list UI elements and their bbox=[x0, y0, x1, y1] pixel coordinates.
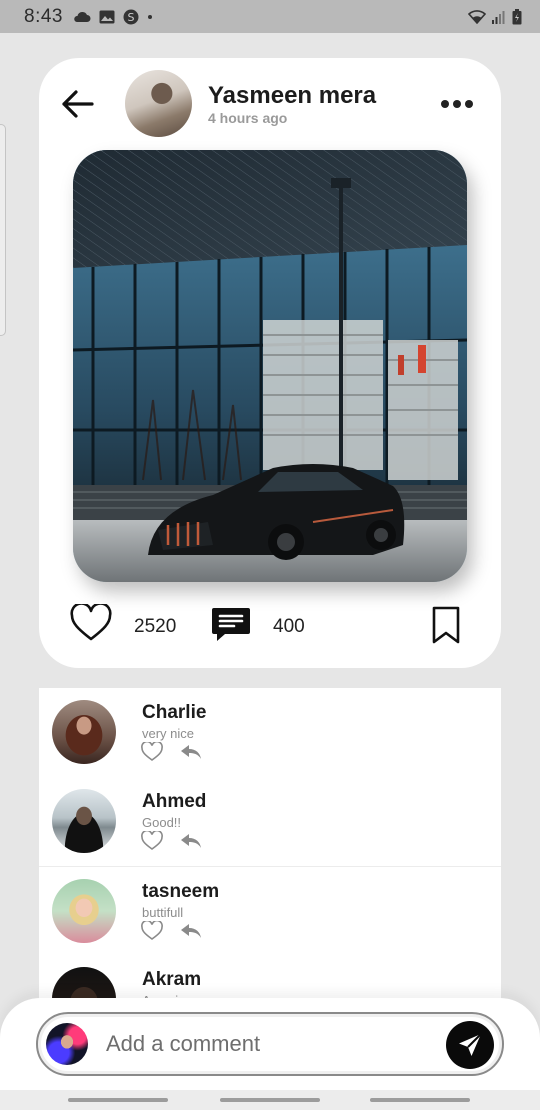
reply-icon bbox=[181, 745, 201, 759]
like-button[interactable] bbox=[70, 602, 112, 647]
author-name[interactable]: Yasmeen mera bbox=[208, 82, 376, 110]
reply-icon bbox=[181, 924, 201, 938]
comment-reply-button[interactable] bbox=[180, 744, 202, 765]
like-count: 2520 bbox=[134, 616, 177, 637]
comment-item: Charlie very nice bbox=[39, 688, 501, 777]
commenter-name[interactable]: Akram bbox=[142, 969, 201, 991]
commenter-name[interactable]: tasneem bbox=[142, 881, 219, 903]
nav-back-handle[interactable] bbox=[370, 1098, 470, 1102]
post-card: Yasmeen mera 4 hours ago 2520 400 bbox=[39, 58, 501, 668]
system-nav-bar bbox=[0, 1090, 540, 1110]
image-icon bbox=[99, 10, 115, 23]
comment-input-container bbox=[36, 1012, 504, 1076]
comment-like-button[interactable] bbox=[141, 740, 163, 767]
signal-icon bbox=[492, 10, 505, 24]
bookmark-icon bbox=[432, 606, 460, 644]
post-image[interactable] bbox=[73, 150, 467, 582]
more-dot-icon bbox=[441, 100, 449, 108]
comment-input[interactable] bbox=[106, 1028, 436, 1060]
comment-item: tasneem buttifull bbox=[39, 866, 501, 955]
more-dot-icon bbox=[465, 100, 473, 108]
battery-icon bbox=[512, 8, 522, 24]
svg-text:S: S bbox=[127, 11, 134, 24]
comment-count: 400 bbox=[273, 616, 305, 637]
more-dot-icon bbox=[453, 100, 461, 108]
comment-like-button[interactable] bbox=[141, 919, 163, 946]
heart-icon bbox=[70, 602, 112, 641]
arrow-left-icon bbox=[62, 90, 94, 118]
nav-recents-handle[interactable] bbox=[68, 1098, 168, 1102]
comment-button[interactable] bbox=[211, 606, 251, 647]
wifi-icon bbox=[468, 9, 486, 24]
heart-icon bbox=[141, 919, 163, 940]
send-icon bbox=[459, 1033, 482, 1056]
reply-icon bbox=[181, 834, 201, 848]
dot-icon bbox=[147, 14, 152, 19]
back-button[interactable] bbox=[57, 84, 97, 124]
commenter-avatar[interactable] bbox=[52, 700, 116, 764]
car-building-photo bbox=[73, 150, 467, 582]
bookmark-button[interactable] bbox=[431, 606, 461, 649]
comment-item: Ahmed Good!! bbox=[39, 777, 501, 866]
comment-reply-button[interactable] bbox=[180, 833, 202, 854]
heart-icon bbox=[141, 829, 163, 850]
commenter-avatar[interactable] bbox=[52, 879, 116, 943]
nav-home-handle[interactable] bbox=[220, 1098, 320, 1102]
commenter-name[interactable]: Ahmed bbox=[142, 791, 206, 813]
status-notification-icons: S bbox=[73, 9, 153, 25]
current-user-avatar bbox=[46, 1023, 88, 1065]
comment-like-button[interactable] bbox=[141, 829, 163, 856]
post-actions: 2520 400 bbox=[39, 602, 501, 649]
status-bar: 8:43 S bbox=[0, 0, 540, 33]
comment-text: Good!! bbox=[142, 815, 182, 830]
commenter-name[interactable]: Charlie bbox=[142, 702, 206, 724]
post-time: 4 hours ago bbox=[208, 110, 288, 126]
comments-list[interactable]: Charlie very nice Ahmed Good!! tasneem b… bbox=[39, 688, 501, 1018]
comment-text: buttifull bbox=[142, 905, 184, 920]
app-s-icon: S bbox=[123, 9, 139, 24]
comment-reply-button[interactable] bbox=[180, 923, 202, 944]
comment-icon bbox=[212, 608, 250, 641]
heart-icon bbox=[141, 740, 163, 761]
send-button[interactable] bbox=[446, 1021, 494, 1069]
more-options-button[interactable] bbox=[437, 92, 477, 116]
author-avatar[interactable] bbox=[125, 70, 192, 137]
edge-panel-handle[interactable] bbox=[0, 124, 6, 336]
status-time: 8:43 bbox=[24, 5, 63, 27]
cloud-icon bbox=[74, 11, 91, 22]
commenter-avatar[interactable] bbox=[52, 789, 116, 853]
comment-text: very nice bbox=[142, 726, 195, 741]
status-system-icons bbox=[468, 8, 522, 25]
